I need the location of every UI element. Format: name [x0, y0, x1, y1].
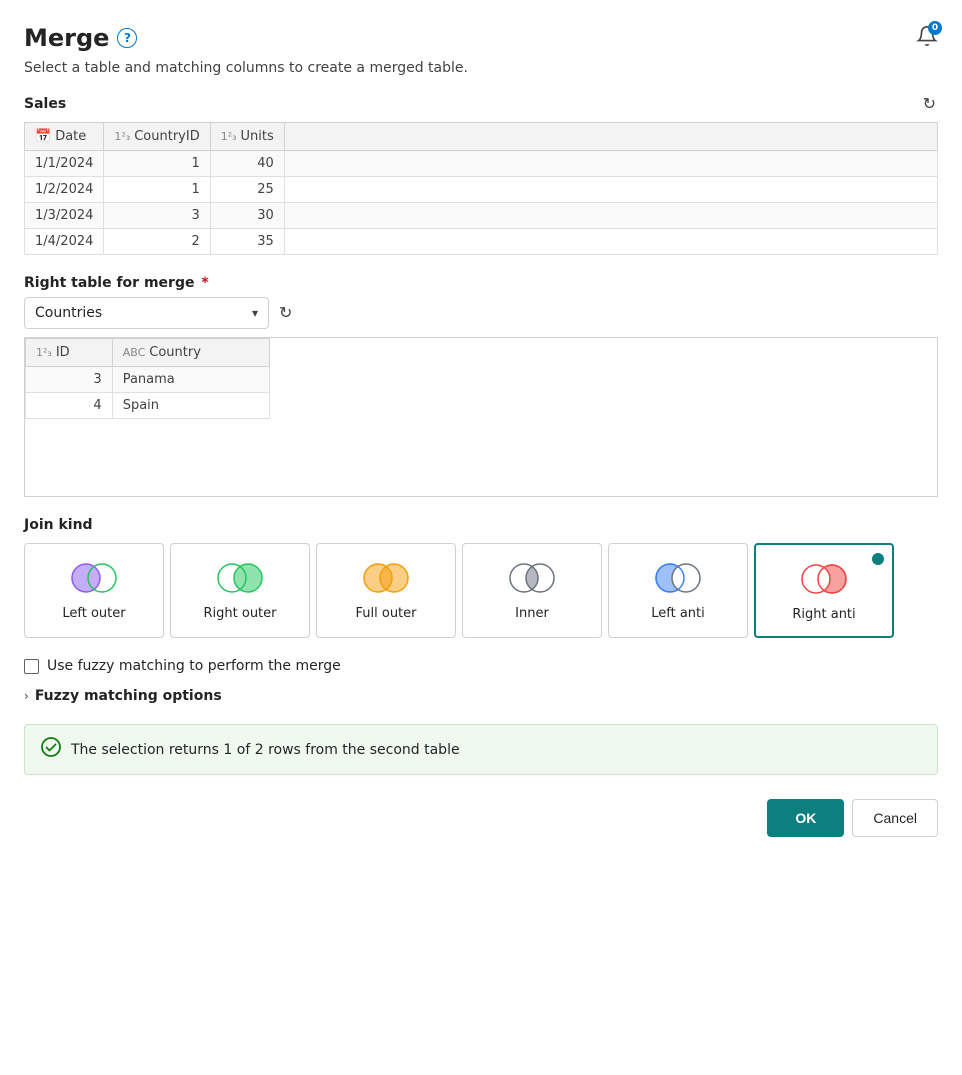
empty-cell [284, 229, 937, 255]
date-cell: 1/1/2024 [25, 151, 104, 177]
right-outer-label: Right outer [204, 606, 277, 621]
countries-refresh-button[interactable]: ↻ [277, 301, 294, 325]
join-card-inner[interactable]: Inner [462, 543, 602, 638]
date-cell: 1/4/2024 [25, 229, 104, 255]
sales-col-countryid: 1²₃ CountryID [104, 123, 210, 151]
title-area: Merge ? [24, 24, 137, 52]
empty-cell [284, 151, 937, 177]
country-cell: Spain [112, 393, 269, 419]
id-cell: 4 [26, 393, 113, 419]
right-table-label: Right table for merge * [24, 275, 938, 291]
empty-cell [284, 203, 937, 229]
success-icon [41, 737, 61, 762]
venn-right-anti-icon [796, 561, 852, 597]
sales-col-empty [284, 123, 937, 151]
units-cell: 35 [210, 229, 284, 255]
venn-left-anti-icon [650, 560, 706, 596]
right-table-dropdown[interactable]: Countries ▾ [24, 297, 269, 329]
sales-col-units: 1²₃ Units [210, 123, 284, 151]
ok-button[interactable]: OK [767, 799, 844, 837]
venn-right-outer-icon [212, 560, 268, 596]
left-anti-label: Left anti [651, 606, 705, 621]
join-card-left-anti[interactable]: Left anti [608, 543, 748, 638]
dropdown-row: Countries ▾ ↻ [24, 297, 938, 329]
country-cell: Panama [112, 367, 269, 393]
venn-left-outer-icon [66, 560, 122, 596]
required-star: * [201, 275, 208, 291]
fuzzy-matching-checkbox[interactable] [24, 659, 39, 674]
dialog-header: Merge ? 0 [24, 24, 938, 52]
join-kind-grid: Left outer Right outer Full outer Inner [24, 543, 938, 638]
sales-col-date: 📅 Date [25, 123, 104, 151]
countryid-cell: 1 [104, 177, 210, 203]
result-text: The selection returns 1 of 2 rows from t… [71, 742, 460, 758]
sales-section-label: Sales ↻ [24, 92, 938, 116]
venn-inner-icon [504, 560, 560, 596]
date-cell: 1/2/2024 [25, 177, 104, 203]
table-row: 1/4/2024 2 35 [25, 229, 938, 255]
table-row: 1/1/2024 1 40 [25, 151, 938, 177]
empty-cell [284, 177, 937, 203]
chevron-down-icon: ▾ [252, 306, 258, 320]
venn-full-outer-icon [358, 560, 414, 596]
countries-table-container: 1²₃ ID ABC Country 3 Panama 4 Spai [24, 337, 938, 497]
result-banner: The selection returns 1 of 2 rows from t… [24, 724, 938, 775]
country-type-icon: ABC [123, 346, 146, 359]
join-card-full-outer[interactable]: Full outer [316, 543, 456, 638]
date-cell: 1/3/2024 [25, 203, 104, 229]
date-icon: 📅 [35, 129, 51, 144]
units-cell: 30 [210, 203, 284, 229]
fuzzy-matching-label: Use fuzzy matching to perform the merge [47, 658, 341, 674]
id-type-icon: 1²₃ [36, 346, 52, 359]
cancel-button[interactable]: Cancel [852, 799, 938, 837]
left-outer-label: Left outer [62, 606, 125, 621]
right-anti-label: Right anti [792, 607, 855, 622]
join-card-right-outer[interactable]: Right outer [170, 543, 310, 638]
subtitle: Select a table and matching columns to c… [24, 60, 938, 76]
table-row: 3 Panama [26, 367, 270, 393]
full-outer-label: Full outer [356, 606, 417, 621]
countryid-type-icon: 1²₃ [114, 130, 130, 143]
notification-icon[interactable]: 0 [916, 25, 938, 51]
table-row: 4 Spain [26, 393, 270, 419]
inner-label: Inner [515, 606, 549, 621]
sales-table: 📅 Date 1²₃ CountryID 1²₃ Units 1/1/2024 [24, 122, 938, 255]
join-card-right-anti[interactable]: Right anti [754, 543, 894, 638]
countries-table: 1²₃ ID ABC Country 3 Panama 4 Spai [25, 338, 270, 419]
notification-badge: 0 [928, 21, 942, 35]
join-card-left-outer[interactable]: Left outer [24, 543, 164, 638]
sales-refresh-button[interactable]: ↻ [921, 92, 938, 116]
table-row: 1/3/2024 3 30 [25, 203, 938, 229]
units-cell: 25 [210, 177, 284, 203]
countryid-cell: 3 [104, 203, 210, 229]
footer-buttons: OK Cancel [24, 799, 938, 837]
table-row: 1/2/2024 1 25 [25, 177, 938, 203]
fuzzy-options-row[interactable]: › Fuzzy matching options [24, 688, 938, 704]
countryid-cell: 2 [104, 229, 210, 255]
id-cell: 3 [26, 367, 113, 393]
fuzzy-options-label: Fuzzy matching options [35, 688, 222, 704]
page-title: Merge [24, 24, 109, 52]
countries-col-id: 1²₃ ID [26, 339, 113, 367]
help-icon[interactable]: ? [117, 28, 137, 48]
countries-col-country: ABC Country [112, 339, 269, 367]
dropdown-value: Countries [35, 305, 102, 321]
chevron-right-icon: › [24, 689, 29, 703]
right-table-section: Right table for merge * Countries ▾ ↻ [24, 275, 938, 329]
fuzzy-matching-row: Use fuzzy matching to perform the merge [24, 658, 938, 674]
join-kind-label: Join kind [24, 517, 938, 533]
units-type-icon: 1²₃ [221, 130, 237, 143]
units-cell: 40 [210, 151, 284, 177]
selected-indicator [872, 553, 884, 565]
countryid-cell: 1 [104, 151, 210, 177]
